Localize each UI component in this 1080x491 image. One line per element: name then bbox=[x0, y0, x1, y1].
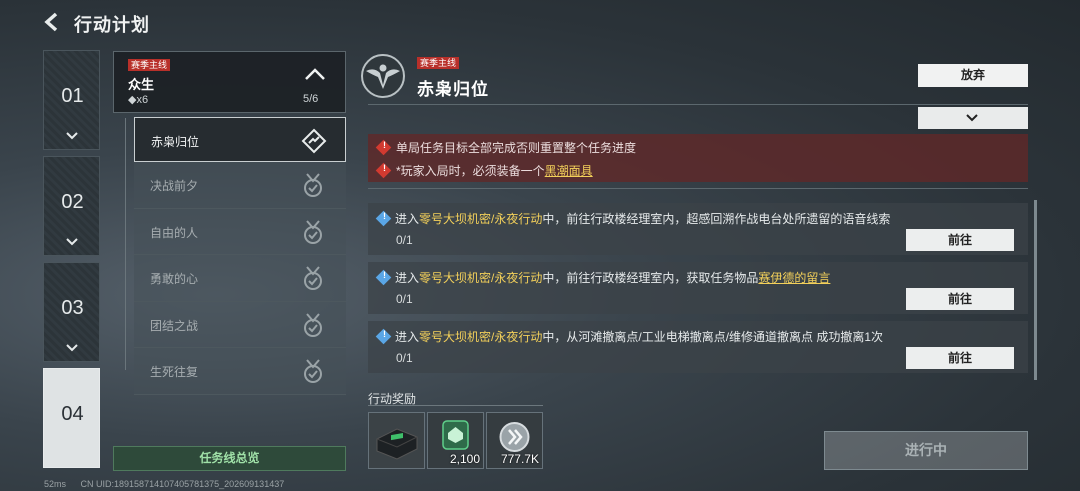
timeline-line bbox=[125, 118, 126, 370]
chevron-down-icon bbox=[66, 344, 78, 352]
required-item-link[interactable]: 黑潮面具 bbox=[545, 164, 593, 178]
task-row-2: 进入零号大坝机密/永夜行动中，前往行政楼经理室内，获取任务物品赛伊德的留言 0/… bbox=[368, 262, 1028, 314]
task-location: 零号大坝机密/永夜行动 bbox=[419, 271, 543, 285]
ping-readout: 52ms bbox=[44, 479, 67, 489]
task-progress: 0/1 bbox=[396, 292, 413, 306]
expand-dropdown-button[interactable] bbox=[918, 107, 1028, 129]
abandon-button[interactable]: 放弃 bbox=[918, 64, 1028, 87]
eagle-emblem-icon bbox=[361, 54, 405, 98]
chapter-tab-04[interactable]: 04 bbox=[43, 368, 100, 468]
chapter-tab-01[interactable]: 01 bbox=[43, 50, 100, 150]
completed-medal-icon bbox=[304, 266, 322, 290]
info-icon bbox=[375, 328, 392, 345]
chapter-tab-02[interactable]: 02 bbox=[43, 156, 100, 256]
chevron-down-icon bbox=[66, 132, 78, 140]
warning-icon bbox=[375, 162, 392, 179]
quest-line-card[interactable]: 赛季主线 众生 ◆x6 5/6 bbox=[113, 51, 346, 113]
warning-text: *玩家入局时，必须装备一个 bbox=[396, 164, 545, 178]
mission-label: 决战前夕 bbox=[150, 179, 199, 193]
mission-label: 自由的人 bbox=[150, 225, 199, 240]
go-button[interactable]: 前往 bbox=[906, 347, 1014, 369]
completed-medal-icon bbox=[304, 219, 322, 244]
reward-item-3[interactable]: 777.7K bbox=[486, 412, 543, 469]
quest-line-progress: 5/6 bbox=[303, 93, 319, 105]
back-arrow-icon[interactable] bbox=[42, 11, 62, 33]
warning-icon bbox=[375, 139, 392, 156]
chapter-number: 02 bbox=[61, 191, 84, 213]
completed-medal-icon bbox=[304, 312, 322, 337]
mission-label: 生死往复 bbox=[150, 365, 199, 379]
info-icon bbox=[375, 269, 392, 286]
quest-line-name: 众生 bbox=[128, 77, 155, 92]
mission-label: 勇敢的心 bbox=[150, 272, 199, 286]
task-progress: 0/1 bbox=[396, 351, 413, 365]
mission-title: 赤枭归位 bbox=[417, 80, 489, 99]
reward-qty: 2,100 bbox=[449, 452, 480, 466]
go-button[interactable]: 前往 bbox=[906, 288, 1014, 310]
task-text: 中，前往行政楼经理室内，超感回溯作战电台处所遗留的语音线索 bbox=[542, 212, 891, 226]
season-main-tag: 赛季主线 bbox=[128, 59, 171, 71]
chapter-number: 03 bbox=[61, 297, 84, 319]
supply-box-icon bbox=[376, 428, 418, 460]
task-text: 中，前往行政楼经理室内，获取任务物品 bbox=[542, 271, 759, 285]
task-prefix: 进入 bbox=[395, 271, 420, 285]
mission-item-2[interactable]: 决战前夕 bbox=[134, 162, 346, 209]
task-description: 进入零号大坝机密/永夜行动中，从河滩撤离点/工业电梯撤离点/维修通道撤离点 成功… bbox=[375, 328, 884, 345]
warning-text: 单局任务目标全部完成否则重置整个任务进度 bbox=[396, 141, 637, 155]
in-progress-button[interactable]: 进行中 bbox=[824, 431, 1028, 470]
chapter-tab-03[interactable]: 03 bbox=[43, 262, 100, 362]
quest-line-overview-button[interactable]: 任务线总览 bbox=[113, 446, 346, 471]
in-progress-diamond-icon bbox=[301, 128, 327, 154]
mission-item-5[interactable]: 团结之战 bbox=[134, 301, 346, 348]
task-prefix: 进入 bbox=[395, 330, 420, 344]
mission-item-1[interactable]: 赤枭归位 bbox=[134, 117, 346, 162]
chevron-down-icon bbox=[66, 238, 78, 246]
quest-line-count: ◆x6 bbox=[128, 94, 149, 106]
task-progress: 0/1 bbox=[396, 233, 413, 247]
status-footer: 52ms CN UID:18915871410740578137​5_20260… bbox=[44, 479, 296, 489]
chevron-up-icon[interactable] bbox=[303, 66, 327, 82]
mission-label: 赤枭归位 bbox=[151, 135, 200, 149]
task-location: 零号大坝机密/永夜行动 bbox=[419, 212, 543, 226]
task-text: 中，从河滩撤离点/工业电梯撤离点/维修通道撤离点 成功撤离1次 bbox=[542, 330, 884, 344]
chevron-down-icon bbox=[966, 114, 978, 122]
task-description: 进入零号大坝机密/永夜行动中，前往行政楼经理室内，获取任务物品赛伊德的留言 bbox=[375, 269, 830, 286]
reward-item-1[interactable] bbox=[368, 412, 425, 469]
mission-item-6[interactable]: 生死往复 bbox=[134, 348, 346, 395]
go-button[interactable]: 前往 bbox=[906, 229, 1014, 251]
task-description: 进入零号大坝机密/永夜行动中，前往行政楼经理室内，超感回溯作战电台处所遗留的语音… bbox=[375, 210, 891, 227]
warning-line-1: 单局任务目标全部完成否则重置整个任务进度 bbox=[375, 139, 637, 156]
task-row-1: 进入零号大坝机密/永夜行动中，前往行政楼经理室内，超感回溯作战电台处所遗留的语音… bbox=[368, 203, 1028, 255]
mission-item-4[interactable]: 勇敢的心 bbox=[134, 255, 346, 302]
completed-medal-icon bbox=[304, 173, 322, 197]
uid-readout: CN UID:18915871410740578137​5_2026091314… bbox=[80, 479, 285, 489]
mission-list: 赤枭归位 决战前夕 自由的人 勇敢的心 团结之战 生死往复 bbox=[134, 117, 346, 395]
divider bbox=[368, 188, 1028, 189]
warning-line-2: *玩家入局时，必须装备一个黑潮面具 bbox=[375, 162, 593, 179]
divider bbox=[368, 104, 1028, 105]
task-row-3: 进入零号大坝机密/永夜行动中，从河滩撤离点/工业电梯撤离点/维修通道撤离点 成功… bbox=[368, 321, 1028, 373]
mission-item-3[interactable]: 自由的人 bbox=[134, 208, 346, 255]
task-prefix: 进入 bbox=[395, 212, 420, 226]
mission-label: 团结之战 bbox=[150, 318, 199, 333]
top-bar: 行动计划 bbox=[0, 0, 1080, 46]
season-main-tag: 赛季主线 bbox=[417, 57, 460, 69]
completed-medal-icon bbox=[304, 359, 322, 383]
task-location: 零号大坝机密/永夜行动 bbox=[419, 330, 543, 344]
warning-box: 单局任务目标全部完成否则重置整个任务进度 *玩家入局时，必须装备一个黑潮面具 bbox=[368, 134, 1028, 182]
reward-divider bbox=[368, 405, 543, 406]
reward-qty: 777.7K bbox=[500, 452, 539, 466]
page-title: 行动计划 bbox=[74, 15, 150, 35]
info-icon bbox=[375, 210, 392, 227]
reward-item-2[interactable]: 2,100 bbox=[427, 412, 484, 469]
scrollbar[interactable] bbox=[1034, 200, 1037, 380]
task-item-link[interactable]: 赛伊德的留言 bbox=[758, 271, 830, 285]
chapter-number: 04 bbox=[61, 403, 84, 425]
chapter-number: 01 bbox=[61, 85, 84, 107]
